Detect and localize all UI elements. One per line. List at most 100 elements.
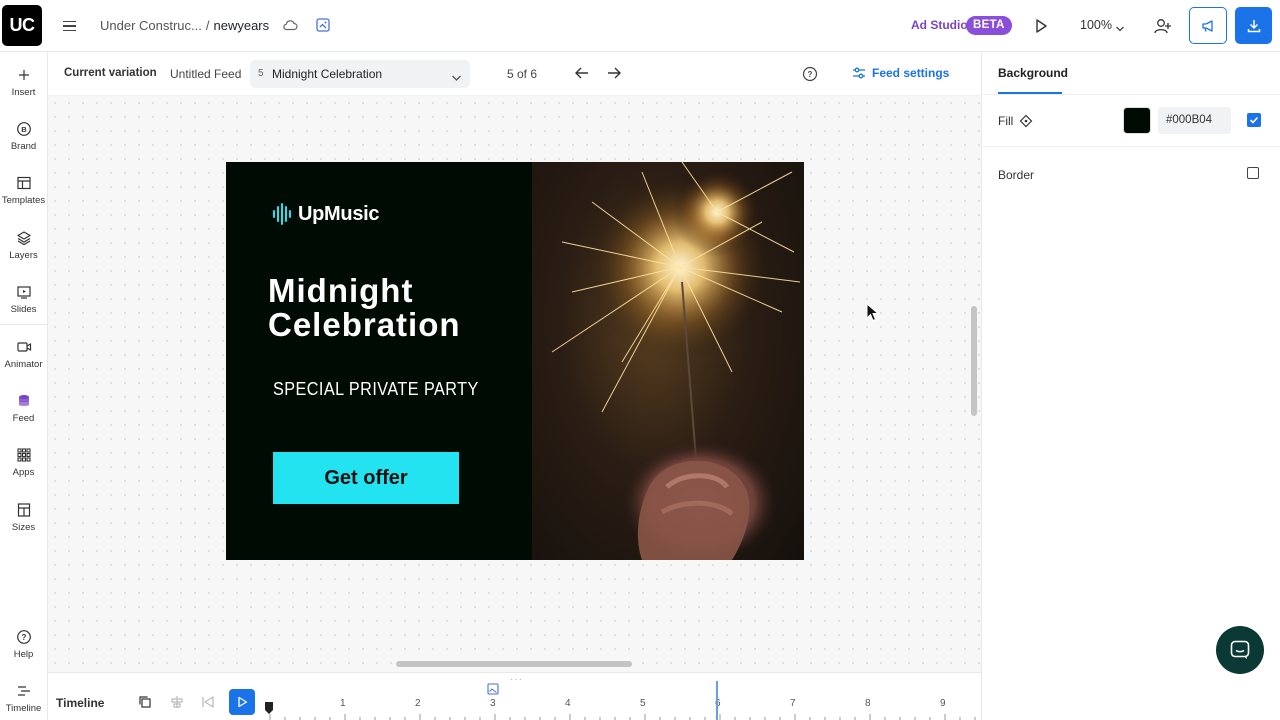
sidebar-item-templates[interactable]: Templates (0, 174, 47, 206)
add-user-icon[interactable] (1153, 16, 1173, 41)
resize-handle[interactable]: ··· (510, 674, 523, 685)
section-divider (982, 146, 1280, 147)
sidebar-item-label: Brand (10, 141, 37, 152)
fill-row-label: Fill (998, 114, 1033, 128)
sidebar-item-label: Insert (11, 87, 36, 98)
chevron-down-icon (451, 69, 462, 87)
sliders-icon (853, 67, 865, 79)
timeline-mark: 3 (490, 698, 496, 709)
svg-text:?: ? (21, 633, 26, 642)
layers-icon (0, 229, 47, 247)
feed-name[interactable]: Untitled Feed (170, 67, 241, 81)
sidebar-item-slides[interactable]: Slides (0, 283, 47, 315)
breadcrumb: Under Construc... / newyears (100, 18, 269, 33)
variation-index: 5 (258, 68, 264, 79)
support-chat-button[interactable] (1216, 626, 1264, 674)
headline[interactable]: Midnight Celebration (268, 274, 461, 342)
sidebar-item-label: Apps (12, 467, 35, 478)
timeline-playhead[interactable] (716, 681, 718, 720)
chevron-down-icon[interactable] (1115, 20, 1125, 38)
border-label: Border (998, 168, 1035, 182)
headline-line-1: Midnight (268, 272, 414, 309)
duplicate-icon[interactable] (138, 695, 152, 714)
sidebar-item-feed[interactable]: Feed (0, 392, 47, 424)
border-enabled-checkbox[interactable] (1247, 167, 1259, 179)
variation-bar: Current variation Untitled Feed 5 Midnig… (48, 52, 981, 96)
skip-back-icon[interactable] (200, 695, 216, 714)
timeline-label: Timeline (56, 696, 105, 710)
sidebar-item-sizes[interactable]: Sizes (0, 501, 47, 533)
sidebar-item-timeline[interactable]: Timeline (0, 682, 47, 714)
sidebar-item-label: Slides (10, 304, 37, 315)
sidebar-item-insert[interactable]: Insert (0, 66, 47, 98)
design-canvas[interactable]: UpMusic Midnight Celebration SPECIAL PRI… (48, 96, 981, 672)
feed-settings-button[interactable]: Feed settings (852, 66, 949, 80)
ad-banner[interactable]: UpMusic Midnight Celebration SPECIAL PRI… (226, 162, 804, 560)
fill-color-swatch[interactable] (1123, 107, 1151, 134)
image-swap-icon[interactable] (315, 17, 331, 38)
variation-select[interactable]: 5 Midnight Celebration (250, 60, 470, 88)
fill-enabled-checkbox[interactable] (1247, 113, 1261, 127)
align-icon[interactable] (169, 695, 185, 714)
fill-label: Fill (998, 114, 1014, 128)
svg-text:?: ? (808, 70, 813, 79)
previous-variation-arrow-icon[interactable] (574, 66, 590, 85)
timeline-play-button[interactable] (229, 689, 255, 715)
timeline-mark: 2 (415, 698, 421, 709)
download-button[interactable] (1235, 7, 1272, 44)
tab-background[interactable]: Background (998, 66, 1068, 80)
sound-wave-icon (273, 203, 291, 225)
breadcrumb-parent[interactable]: Under Construc... (100, 18, 202, 33)
left-sidebar: Insert B Brand Templates Layers Slides A… (0, 52, 48, 720)
variation-name: Midnight Celebration (272, 67, 383, 81)
timeline-mark: 8 (865, 698, 871, 709)
timeline-mark: 7 (790, 698, 796, 709)
fill-hex-input[interactable]: #000B04 (1158, 107, 1231, 134)
megaphone-icon (1202, 19, 1213, 32)
sidebar-item-label: Help (13, 649, 34, 660)
mouse-pointer-icon (866, 302, 880, 328)
subheadline[interactable]: SPECIAL PRIVATE PARTY (273, 379, 479, 400)
zoom-level[interactable]: 100% (1080, 18, 1112, 32)
apps-icon (0, 446, 47, 464)
sidebar-item-label: Sizes (11, 522, 36, 533)
help-icon: ? (0, 628, 47, 646)
upmusic-logo[interactable]: UpMusic (272, 202, 380, 226)
slides-icon (0, 283, 47, 301)
timeline-mark: 1 (340, 698, 346, 709)
brand-name: UpMusic (298, 202, 380, 225)
next-variation-arrow-icon[interactable] (606, 66, 622, 85)
horizontal-scrollbar[interactable] (396, 661, 632, 667)
brand-icon: B (0, 120, 47, 138)
ad-studio-link[interactable]: Ad Studio (911, 18, 968, 32)
breadcrumb-separator: / (205, 18, 210, 33)
beta-badge: BETA (966, 16, 1012, 35)
tab-divider (982, 94, 1280, 95)
sidebar-item-layers[interactable]: Layers (0, 229, 47, 261)
sidebar-item-apps[interactable]: Apps (0, 446, 47, 478)
sidebar-item-help[interactable]: ? Help (0, 628, 47, 660)
sidebar-item-brand[interactable]: B Brand (0, 120, 47, 152)
download-icon (1247, 19, 1260, 32)
timeline-ruler (269, 714, 976, 720)
sparkler-photo[interactable] (532, 162, 804, 560)
preview-play-icon[interactable] (1032, 17, 1050, 40)
variation-count: 5 of 6 (507, 67, 538, 81)
hamburger-menu-icon[interactable] (60, 16, 80, 36)
vertical-scrollbar[interactable] (971, 306, 977, 416)
chat-icon (1230, 640, 1250, 659)
sidebar-item-animator[interactable]: Animator (0, 338, 47, 370)
get-offer-button[interactable]: Get offer (273, 452, 459, 504)
diamond-keyframe-icon[interactable] (1019, 114, 1033, 128)
sidebar-item-label: Layers (9, 250, 38, 261)
templates-icon (0, 174, 47, 192)
sidebar-item-label: Feed (12, 413, 35, 424)
breadcrumb-current[interactable]: newyears (214, 18, 270, 33)
sidebar-item-label: Templates (1, 195, 46, 206)
cloud-saved-icon[interactable] (282, 18, 298, 37)
publish-ad-button[interactable] (1189, 7, 1227, 44)
svg-text:B: B (21, 125, 27, 134)
help-circle-icon[interactable]: ? (802, 66, 818, 87)
sidebar-item-label: Timeline (5, 703, 42, 714)
app-logo[interactable]: UC (2, 5, 42, 46)
